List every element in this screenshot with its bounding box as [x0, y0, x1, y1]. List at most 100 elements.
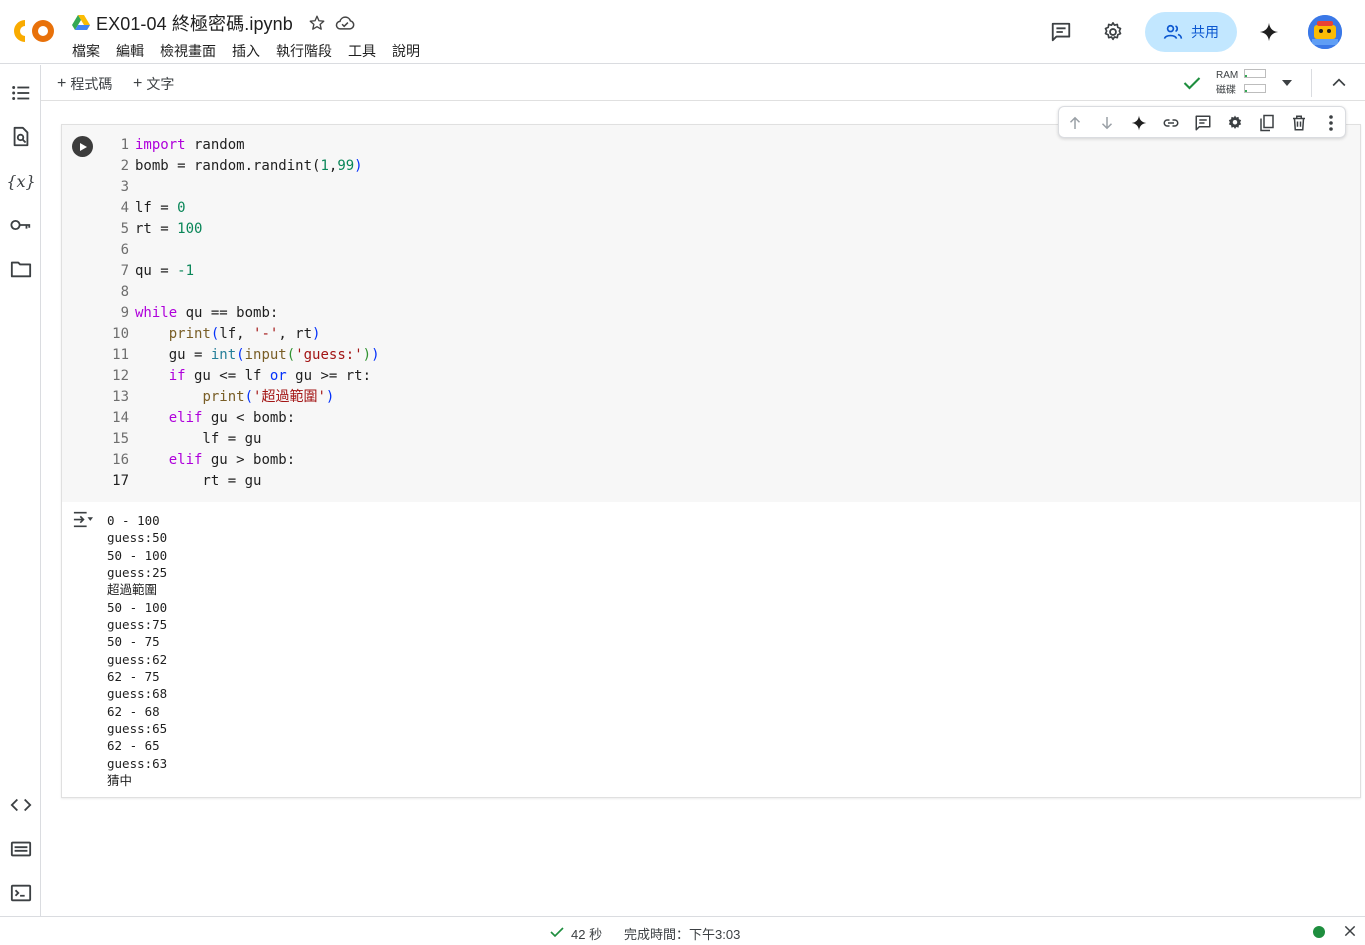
people-icon — [1163, 24, 1183, 39]
code-lines: 1 import random 2 bomb = random.randint(1,… — [102, 135, 380, 492]
menu-tools[interactable]: 工具 — [348, 41, 376, 61]
star-icon[interactable] — [307, 13, 327, 33]
code-token: lf = gu — [135, 431, 262, 447]
variables-icon[interactable]: {x} — [6, 168, 35, 194]
mirror-cell-icon[interactable] — [1256, 112, 1278, 134]
line-number: 5 — [120, 221, 129, 237]
code-token: 100 — [177, 221, 203, 237]
code-token: ) — [325, 389, 335, 405]
code-token: lf = — [135, 200, 178, 216]
code-line: 9 while qu == bomb: — [102, 303, 380, 324]
caret-down-icon[interactable] — [1281, 77, 1293, 89]
close-icon[interactable] — [1342, 923, 1358, 939]
code-editor[interactable]: 1 import random 2 bomb = random.randint(1,… — [102, 125, 1360, 502]
menu-file[interactable]: 檔案 — [72, 41, 100, 61]
code-line: 7 qu = -1 — [102, 261, 380, 282]
key-icon[interactable] — [8, 212, 34, 238]
output-line: guess:75 — [107, 617, 168, 633]
code-icon[interactable] — [8, 792, 34, 818]
ram-usage-bar[interactable] — [1244, 69, 1266, 78]
code-line: 1 import random — [102, 135, 380, 156]
gear-icon[interactable] — [1099, 18, 1127, 46]
code-token: elif — [168, 410, 203, 426]
menu-view[interactable]: 檢視畫面 — [160, 41, 216, 61]
menu-runtime[interactable]: 執行階段 — [276, 41, 332, 61]
code-line: 16 elif gu > bomb: — [102, 450, 380, 471]
terminal-icon[interactable] — [8, 880, 34, 906]
more-vert-icon[interactable] — [1320, 112, 1342, 134]
disk-label: 磁碟 — [1216, 85, 1236, 96]
link-icon[interactable] — [1160, 112, 1182, 134]
code-token: print — [168, 326, 211, 342]
toolbar-divider — [1311, 69, 1312, 97]
code-token: if — [168, 368, 186, 384]
code-token: 1 — [320, 158, 329, 174]
table-of-contents-icon[interactable] — [8, 80, 34, 106]
check-icon — [550, 927, 564, 938]
resource-labels[interactable]: RAM 磁碟 — [1216, 68, 1238, 98]
menu-edit[interactable]: 編輯 — [116, 41, 144, 61]
output-line: guess:65 — [107, 721, 168, 737]
comment-icon[interactable] — [1047, 18, 1075, 46]
avatar[interactable] — [1308, 15, 1342, 49]
trash-icon[interactable] — [1288, 112, 1310, 134]
disk-usage-bar[interactable] — [1244, 84, 1266, 93]
menu-insert[interactable]: 插入 — [232, 41, 260, 61]
code-token: , rt — [278, 326, 313, 342]
output-line: 50 - 100 — [107, 599, 168, 615]
code-token: ( — [244, 389, 254, 405]
comment-icon[interactable] — [1192, 112, 1214, 134]
code-token: qu = — [135, 263, 178, 279]
line-number: 9 — [120, 305, 129, 321]
code-token: elif — [168, 452, 203, 468]
code-cell[interactable]: 1 import random 2 bomb = random.randint(1,… — [61, 106, 1361, 798]
code-token: gu > bomb: — [202, 452, 296, 468]
move-down-icon[interactable] — [1096, 112, 1118, 134]
gear-icon[interactable] — [1224, 112, 1246, 134]
code-token: '超過範圍' — [253, 389, 326, 405]
code-token: '-' — [253, 326, 279, 342]
add-code-button[interactable]: + 程式碼 — [57, 74, 112, 94]
menu-help[interactable]: 說明 — [392, 41, 420, 61]
notebook-title[interactable]: EX01-04 終極密碼.ipynb — [96, 10, 293, 36]
output-toggle-icon[interactable] — [72, 510, 94, 530]
output-line: guess:50 — [107, 530, 168, 546]
code-token: -1 — [177, 263, 195, 279]
disk-usage-fill — [1245, 90, 1247, 92]
sparkle-icon[interactable] — [1128, 112, 1150, 134]
code-token: ( — [286, 347, 296, 363]
cloud-saved-icon[interactable] — [335, 13, 355, 33]
plus-icon: + — [133, 75, 143, 92]
line-number: 3 — [120, 179, 129, 195]
sparkle-icon[interactable] — [1255, 18, 1283, 46]
keyboard-icon[interactable] — [8, 836, 34, 862]
output-line: 50 - 75 — [107, 634, 160, 650]
output-line: 62 - 65 — [107, 738, 160, 754]
code-line: 14 elif gu < bomb: — [102, 408, 380, 429]
plus-icon: + — [57, 75, 67, 92]
move-up-icon[interactable] — [1064, 112, 1086, 134]
title-row: EX01-04 終極密碼.ipynb — [72, 11, 355, 35]
line-number: 13 — [112, 389, 129, 405]
share-button[interactable]: 共用 — [1145, 12, 1237, 52]
status-bar: 42 秒 完成時間：下午3:03 — [0, 916, 1365, 945]
google-drive-icon[interactable] — [72, 15, 90, 31]
colab-logo[interactable] — [12, 14, 56, 48]
add-text-button[interactable]: + 文字 — [133, 74, 174, 94]
menu-bar: 檔案 編輯 檢視畫面 插入 執行階段 工具 說明 — [72, 41, 436, 61]
chevron-up-icon[interactable] — [1329, 73, 1349, 93]
code-line: 3 — [102, 177, 380, 198]
folder-icon[interactable] — [8, 256, 34, 282]
ram-label: RAM — [1216, 70, 1239, 81]
code-token: lf, — [219, 326, 254, 342]
run-cell-button[interactable] — [72, 136, 93, 157]
line-number: 2 — [120, 158, 129, 174]
find-icon[interactable] — [8, 124, 34, 150]
ram-usage-fill — [1245, 75, 1247, 77]
connected-check-icon[interactable] — [1182, 73, 1202, 93]
code-line: 2 bomb = random.randint(1,99) — [102, 156, 380, 177]
